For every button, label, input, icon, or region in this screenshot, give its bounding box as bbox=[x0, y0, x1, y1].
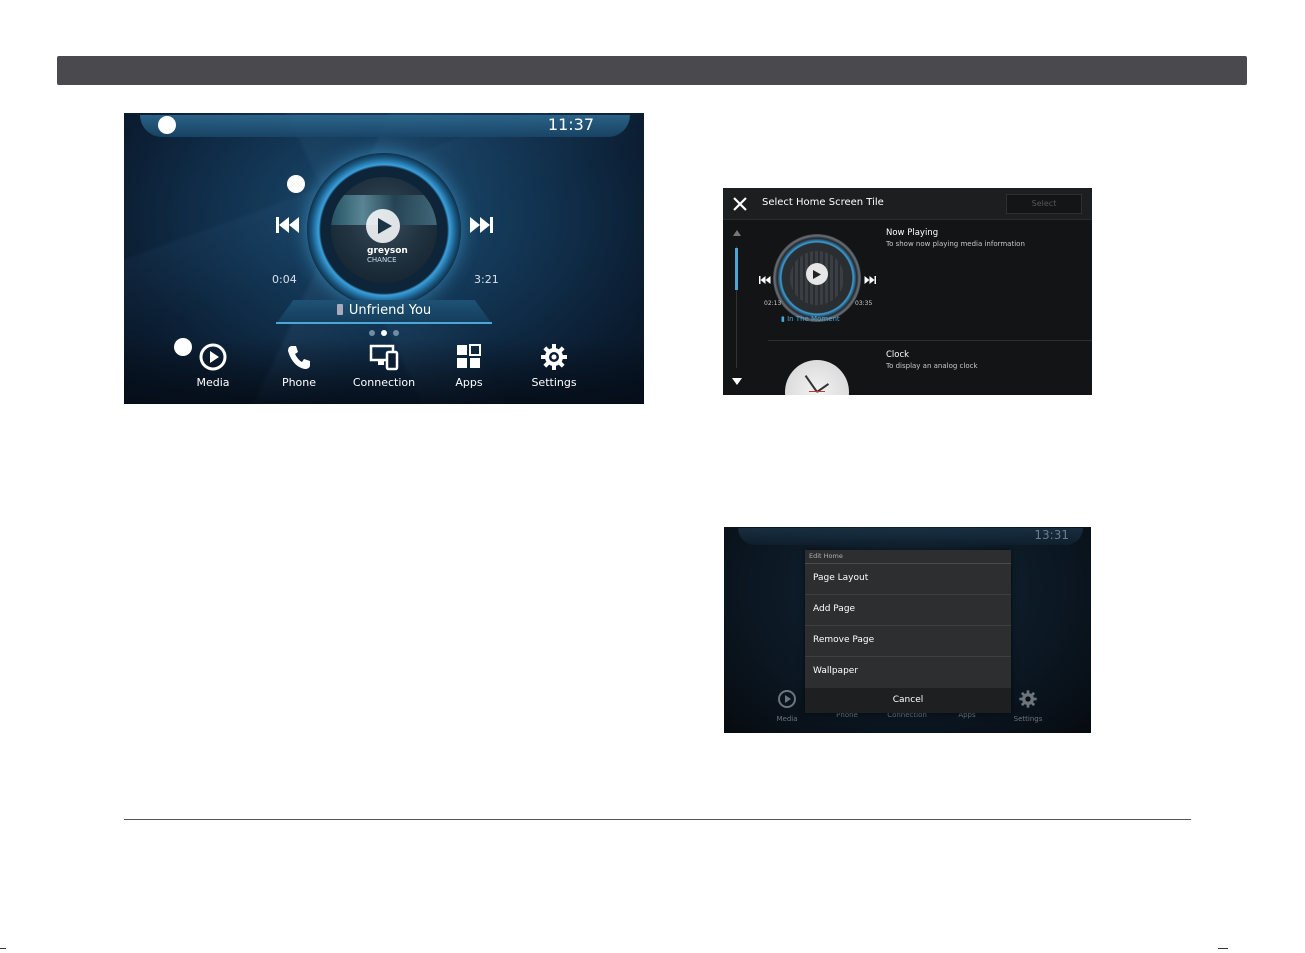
phone-icon bbox=[288, 346, 310, 369]
preview-time-total: 03:35 bbox=[855, 300, 873, 307]
select-tile-screen: Select Home Screen Tile Select 02:13 03:… bbox=[723, 188, 1092, 395]
play-icon bbox=[378, 218, 392, 234]
close-button[interactable] bbox=[733, 196, 747, 215]
connection-icon bbox=[369, 344, 399, 371]
dock-connection[interactable]: Connection bbox=[344, 342, 424, 389]
menu-item-add-page[interactable]: Add Page bbox=[805, 595, 1011, 626]
page-header-bar bbox=[57, 56, 1247, 85]
scroll-down-arrow-icon[interactable] bbox=[732, 378, 742, 385]
page-dot[interactable] bbox=[369, 330, 375, 336]
close-icon bbox=[733, 197, 747, 211]
tile-description: To show now playing media information bbox=[886, 240, 1025, 248]
time-total: 3:21 bbox=[474, 273, 499, 286]
callout-marker-1 bbox=[158, 116, 176, 134]
preview-skip-next-icon bbox=[864, 269, 876, 288]
album-artist-line1: greyson bbox=[367, 246, 408, 256]
skip-next-icon bbox=[470, 217, 493, 233]
menu-item-remove-page[interactable]: Remove Page bbox=[805, 626, 1011, 657]
status-bar bbox=[738, 528, 1083, 545]
home-screen: 11:37 greyson CHANCE 0:04 3:21 Unfriend … bbox=[124, 113, 644, 404]
status-clock: 13:31 bbox=[1034, 528, 1069, 542]
scroll-up-arrow-icon[interactable] bbox=[733, 230, 741, 236]
cancel-button[interactable]: Cancel bbox=[805, 688, 1011, 713]
usb-icon bbox=[336, 304, 343, 315]
apps-grid-icon bbox=[457, 344, 481, 368]
scrollbar-thumb[interactable] bbox=[735, 248, 738, 290]
dock-media[interactable]: Media bbox=[173, 342, 253, 389]
preview-time-elapsed: 02:13 bbox=[764, 300, 782, 307]
analog-clock-icon bbox=[785, 360, 849, 395]
dialog-title: Select Home Screen Tile bbox=[762, 197, 884, 208]
dock-settings[interactable]: Settings bbox=[514, 342, 594, 389]
page-dot[interactable] bbox=[393, 330, 399, 336]
skip-previous-icon bbox=[276, 217, 299, 233]
footer-rule bbox=[124, 819, 1191, 820]
tile-description: To display an analog clock bbox=[886, 362, 978, 370]
edit-home-screen: 13:31 Media Phone Connection Apps Settin… bbox=[724, 527, 1091, 733]
menu-item-page-layout[interactable]: Page Layout bbox=[805, 564, 1011, 595]
tile-name: Now Playing bbox=[886, 228, 939, 238]
media-play-icon bbox=[778, 690, 796, 708]
media-play-icon bbox=[199, 343, 227, 371]
select-button[interactable]: Select bbox=[1006, 194, 1082, 214]
dock-apps[interactable]: Apps bbox=[429, 342, 509, 389]
page-indicator[interactable] bbox=[369, 330, 399, 336]
status-clock: 11:37 bbox=[547, 115, 594, 134]
preview-skip-previous-icon bbox=[759, 269, 771, 288]
play-button[interactable] bbox=[366, 209, 400, 243]
gear-icon bbox=[1019, 690, 1037, 708]
preview-song-title: ▮ In The Moment bbox=[781, 315, 840, 323]
album-artist-line2: CHANCE bbox=[367, 256, 397, 264]
gear-icon bbox=[541, 344, 567, 370]
dock-phone[interactable]: Phone bbox=[259, 342, 339, 389]
tile-name: Clock bbox=[886, 350, 910, 360]
edit-home-menu: Edit Home Page Layout Add Page Remove Pa… bbox=[805, 550, 1011, 713]
menu-title: Edit Home bbox=[809, 552, 843, 560]
preview-play-icon bbox=[806, 263, 828, 285]
menu-item-wallpaper[interactable]: Wallpaper bbox=[805, 657, 1011, 687]
song-title: Unfriend You bbox=[276, 303, 492, 318]
callout-marker-2 bbox=[287, 175, 305, 193]
next-track-button[interactable] bbox=[469, 217, 493, 237]
time-elapsed: 0:04 bbox=[272, 273, 297, 286]
previous-track-button[interactable] bbox=[276, 217, 300, 237]
page-dot-active[interactable] bbox=[381, 330, 387, 336]
